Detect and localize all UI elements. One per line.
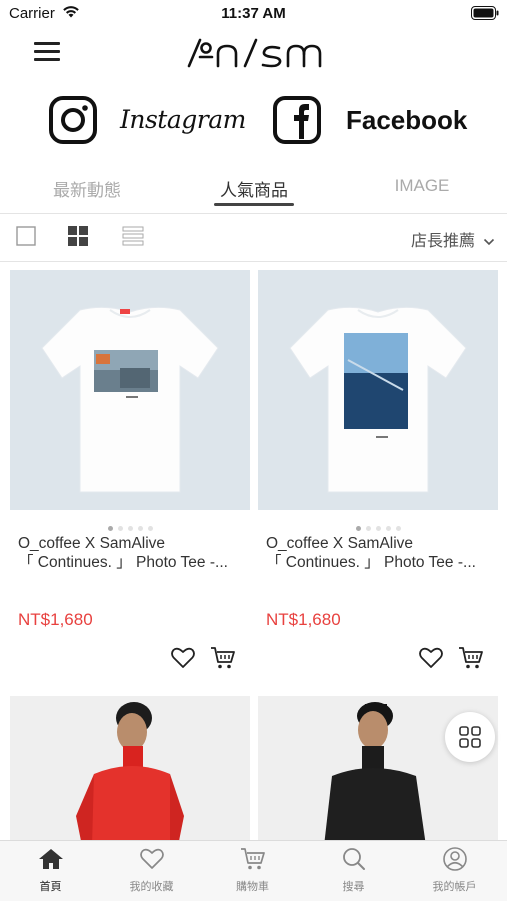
tabbar-favorites-label: 我的收藏 xyxy=(129,881,174,893)
tab-latest[interactable]: 最新動態 xyxy=(44,176,130,201)
product-title[interactable]: O_coffee X SamAlive 「 Continues. 」 Photo… xyxy=(18,534,244,572)
layout-toggle-fab[interactable] xyxy=(445,712,495,762)
tabbar-search-label: 搜尋 xyxy=(342,881,365,893)
product-actions xyxy=(170,646,246,675)
view-toolbar: 店長推薦 xyxy=(0,214,507,260)
facebook-icon xyxy=(273,96,321,144)
search-icon xyxy=(342,848,365,870)
bottom-tab-bar: 首頁 我的收藏 購物車 搜尋 我的帳戶 xyxy=(0,840,507,901)
product-title-line2: 「 Continues. 」 Photo Tee -... xyxy=(266,554,476,571)
product-title[interactable]: O_coffee X SamAlive 「 Continues. 」 Photo… xyxy=(266,534,492,572)
favorite-button[interactable] xyxy=(170,646,196,675)
heart-icon xyxy=(419,647,443,668)
content-tabs: 最新動態 人氣商品 IMAGE xyxy=(0,170,507,210)
tab-image[interactable]: IMAGE xyxy=(384,176,460,196)
product-title-line2: 「 Continues. 」 Photo Tee -... xyxy=(18,554,228,571)
grid-view-button[interactable] xyxy=(68,226,88,251)
sort-dropdown[interactable]: 店長推薦 xyxy=(411,227,495,251)
tabbar-cart-label: 購物車 xyxy=(236,881,269,893)
tab-popular[interactable]: 人氣商品 xyxy=(210,176,298,201)
tabbar-home[interactable]: 首頁 xyxy=(0,847,101,894)
cart-icon xyxy=(211,647,236,669)
sort-label: 店長推薦 xyxy=(410,233,475,250)
instagram-link[interactable]: Instagram xyxy=(48,95,246,147)
brand-logo[interactable] xyxy=(186,34,324,77)
list-view-icon xyxy=(122,226,144,246)
tabbar-account[interactable]: 我的帳戶 xyxy=(404,847,505,894)
product-price: NT$1,680 xyxy=(266,610,341,629)
home-icon xyxy=(38,849,63,869)
app-header xyxy=(0,28,507,78)
cart-icon xyxy=(240,848,265,870)
single-view-button[interactable] xyxy=(16,226,36,251)
clock: 11:37 AM xyxy=(221,5,286,22)
facebook-link[interactable]: Facebook xyxy=(272,95,472,147)
brand-logo-mark xyxy=(187,38,322,68)
list-view-button[interactable] xyxy=(122,226,144,251)
tabbar-search[interactable]: 搜尋 xyxy=(303,847,404,894)
product-title-line1: O_coffee X SamAlive xyxy=(18,535,166,552)
single-view-icon xyxy=(16,226,36,246)
facebook-label: Facebook xyxy=(346,105,468,135)
product-image[interactable] xyxy=(258,270,498,510)
chevron-down-icon xyxy=(483,233,495,251)
product-actions xyxy=(418,646,494,675)
status-bar: Carrier 11:37 AM xyxy=(0,0,507,28)
instagram-label: Instagram xyxy=(120,105,246,134)
battery-icon xyxy=(471,6,499,25)
heart-icon xyxy=(171,647,195,668)
tabbar-account-label: 我的帳戶 xyxy=(432,881,477,893)
product-card[interactable] xyxy=(10,696,250,846)
cart-icon xyxy=(459,647,484,669)
active-tab-indicator xyxy=(214,203,294,206)
social-links: Instagram Facebook xyxy=(0,92,507,152)
account-icon xyxy=(442,847,467,871)
product-price: NT$1,680 xyxy=(18,610,93,629)
tabbar-home-label: 首頁 xyxy=(39,881,62,893)
product-title-line1: O_coffee X SamAlive xyxy=(266,535,414,552)
add-to-cart-button[interactable] xyxy=(210,646,236,675)
grid-icon xyxy=(459,726,481,748)
product-image[interactable] xyxy=(10,696,250,846)
instagram-icon xyxy=(49,96,97,144)
favorite-button[interactable] xyxy=(418,646,444,675)
grid-view-icon xyxy=(68,226,88,246)
tabbar-favorites[interactable]: 我的收藏 xyxy=(101,847,202,894)
divider xyxy=(0,261,507,262)
menu-icon xyxy=(34,42,60,45)
add-to-cart-button[interactable] xyxy=(458,646,484,675)
product-image[interactable] xyxy=(10,270,250,510)
menu-button[interactable] xyxy=(34,42,60,64)
heart-icon xyxy=(139,848,164,869)
tabbar-cart[interactable]: 購物車 xyxy=(202,847,303,894)
